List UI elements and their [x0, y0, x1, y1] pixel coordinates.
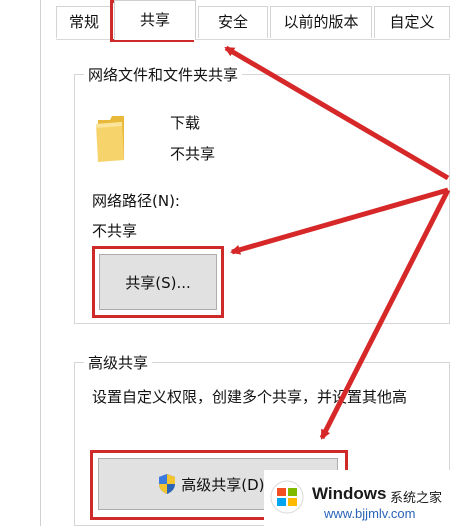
watermark-brand: Windows — [312, 484, 387, 503]
tab-previous-versions[interactable]: 以前的版本 — [270, 6, 372, 38]
network-path-label: 网络路径(N): — [92, 192, 180, 210]
share-button-highlight — [92, 246, 224, 318]
advanced-sharing-description: 设置自定义权限，创建多个共享，并设置其他高 — [92, 388, 408, 406]
tab-customize[interactable]: 自定义 — [374, 6, 450, 38]
watermark: Windows 系统之家 www.bjjmlv.com — [264, 470, 450, 526]
window-edge — [40, 0, 41, 526]
tab-security[interactable]: 安全 — [198, 6, 268, 38]
advanced-sharing-title: 高级共享 — [84, 352, 153, 373]
tab-sharing[interactable]: 共享 — [114, 0, 196, 40]
folder-icon — [94, 112, 128, 164]
windows-logo-icon — [270, 480, 304, 514]
network-sharing-title: 网络文件和文件夹共享 — [84, 64, 243, 85]
watermark-url: www.bjjmlv.com — [324, 506, 416, 521]
tab-general[interactable]: 常规 — [56, 6, 112, 38]
tab-strip: 常规 共享 安全 以前的版本 自定义 — [56, 0, 450, 40]
network-path-value: 不共享 — [92, 222, 138, 240]
folder-name: 下载 — [170, 114, 201, 132]
watermark-brand-suffix: 系统之家 — [390, 490, 443, 505]
folder-share-status: 不共享 — [170, 145, 216, 163]
